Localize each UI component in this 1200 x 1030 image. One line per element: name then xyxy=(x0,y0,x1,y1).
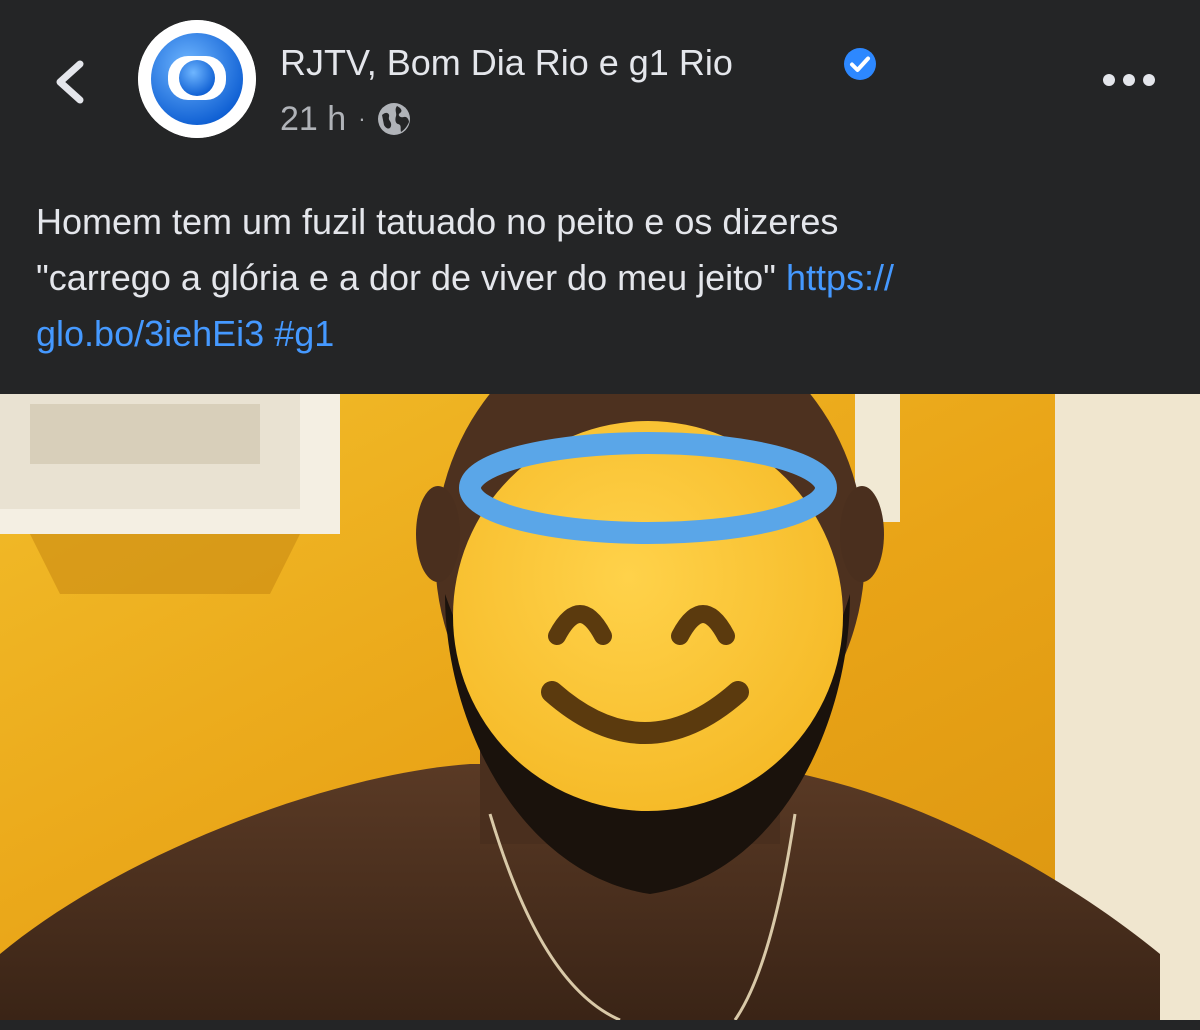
post-header: RJTV, Bom Dia Rio e g1 Rio 21 h · xyxy=(0,0,1200,180)
post-meta: 21 h · xyxy=(280,98,412,140)
caption-line-3: glo.bo/3iehEi3 #g1 xyxy=(36,306,1166,362)
more-options-button[interactable] xyxy=(1100,62,1158,98)
photo-image xyxy=(0,394,1200,1020)
globe-icon xyxy=(377,103,410,135)
back-button[interactable] xyxy=(40,42,100,118)
more-horizontal-icon xyxy=(1103,74,1155,86)
page-avatar[interactable] xyxy=(138,20,256,138)
meta-separator: · xyxy=(358,106,366,131)
caption-line-2: "carrego a glória e a dor de viver do me… xyxy=(36,250,1166,306)
chevron-left-icon xyxy=(56,60,84,104)
hashtag-link[interactable]: #g1 xyxy=(274,313,334,354)
post-link-start[interactable]: https:// xyxy=(786,257,894,298)
caption-quote: "carrego a glória e a dor de viver do me… xyxy=(36,257,776,298)
caption-line-1: Homem tem um fuzil tatuado no peito e os… xyxy=(36,201,839,242)
post-caption: Homem tem um fuzil tatuado no peito e os… xyxy=(36,194,1166,362)
globo-logo xyxy=(138,20,256,138)
post-link-end[interactable]: glo.bo/3iehEi3 xyxy=(36,313,264,354)
halo-emoji-overlay xyxy=(453,421,843,811)
page-name-link[interactable]: RJTV, Bom Dia Rio e g1 Rio xyxy=(280,40,733,86)
post-timestamp[interactable]: 21 h xyxy=(280,100,346,139)
post-photo[interactable] xyxy=(0,394,1200,1020)
verified-badge-icon xyxy=(844,48,876,80)
